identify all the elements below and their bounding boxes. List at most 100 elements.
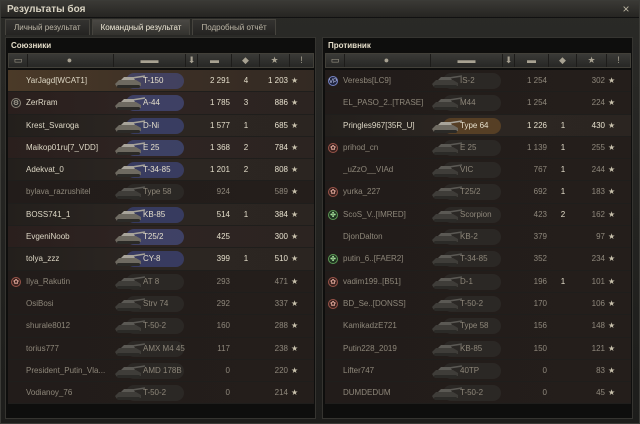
xp-star-icon: ★ (608, 343, 616, 353)
xp-star-icon[interactable]: ★ (259, 54, 289, 67)
player-row[interactable]: VP Veresbs[LC9] IS-2 1 254 302 ★ (325, 70, 631, 93)
player-row[interactable]: DUMDEDUM T-50-2 0 45 ★ (325, 382, 631, 405)
vehicle-name: T-50-2 (460, 298, 484, 308)
vehicle-name: D-1 (460, 276, 473, 286)
tank-silhouette-icon (115, 186, 146, 200)
xp-star-icon: ★ (608, 120, 616, 130)
player-icon[interactable]: ● (27, 54, 111, 67)
damage-value: 1 139 (526, 142, 547, 152)
player-row[interactable]: bylava_razrushitel Type 58 924 589 ★ (8, 181, 314, 204)
player-row[interactable]: Krest_Svaroga D-Ni 1 577 1 685 ★ (8, 114, 314, 137)
close-button[interactable]: × (619, 2, 633, 16)
player-row[interactable]: Maikop01ru[7_VDD] E 25 1 368 2 784 ★ (8, 136, 314, 160)
tank-icon[interactable]: ▬▬ (430, 54, 502, 67)
damage-value: 379 (533, 232, 547, 242)
player-row[interactable]: DjonDalton KB-2 379 97 ★ (325, 226, 631, 249)
xp-star-icon: ★ (291, 120, 299, 130)
tab-team-result[interactable]: Командный результат (91, 19, 191, 35)
xp-star-icon[interactable]: ★ (576, 54, 606, 67)
tank-silhouette-icon (115, 298, 146, 311)
player-row[interactable]: shurale8012 T-50-2 160 288 ★ (8, 315, 314, 338)
player-name: DjonDalton (343, 232, 383, 242)
damage-value: 0 (542, 388, 547, 398)
squad-icon: ▭ (13, 55, 23, 65)
player-row[interactable]: tolya_zzz CY-8 399 1 510 ★ (8, 248, 314, 271)
enemies-rows: VP Veresbs[LC9] IS-2 1 254 302 ★ EL_PASO_2..[T… (325, 70, 631, 405)
player-name: yurka_227 (343, 187, 381, 197)
damage-value: 292 (216, 298, 230, 308)
xp-value: 300 (274, 232, 288, 242)
player-row[interactable]: ✤ putin_6..[FAER2] T-34-85 352 234 ★ (325, 248, 631, 271)
enemies-panel: Противник ▭ ● ▬▬ ⬇ ▬ ◆ ★ ! VP Veresbs[LC9… (322, 37, 633, 419)
vehicle-cell: T25/2 (429, 182, 507, 202)
sort-arrow-icon[interactable]: ⬇ (502, 54, 514, 67)
player-name: ZerRram (26, 98, 58, 108)
player-row[interactable]: President_Putin_Vla... AMD 178B 0 220 ★ (8, 359, 314, 383)
xp-value: 337 (274, 298, 288, 308)
vehicle-cell: T-34-85 (429, 249, 507, 269)
player-row[interactable]: EvgeniNoob T25/2 425 300 ★ (8, 226, 314, 249)
squad-icon: ▭ (330, 55, 340, 65)
player-row[interactable]: ✿ yurka_227 T25/2 692 1 183 ★ (325, 181, 631, 204)
player-row[interactable]: Pringles967[35R_U] Type 64 1 226 1 430 ★ (325, 114, 631, 137)
vehicle-name: M44 (460, 98, 476, 108)
xp-value: 224 (591, 98, 605, 108)
vehicle-cell: T-50-2 (112, 316, 190, 336)
vehicle-name: Type 58 (460, 321, 489, 331)
player-row[interactable]: Adekvat_0 T-34-85 1 201 2 808 ★ (8, 159, 314, 182)
player-row[interactable]: ✿ Ilya_Rakutin AT 8 293 471 ★ (8, 270, 314, 293)
damage-value: 1 226 (526, 120, 547, 130)
damage-value: 1 201 (209, 165, 230, 175)
vehicle-name: Scorpion (460, 209, 492, 219)
damage-value: 160 (216, 321, 230, 331)
tank-silhouette-icon (115, 342, 146, 356)
damage-value: 692 (533, 187, 547, 197)
player-row[interactable]: BOSS741_1 KB-85 514 1 384 ★ (8, 203, 314, 227)
player-row[interactable]: ✿ prihod_cn E 25 1 139 1 255 ★ (325, 136, 631, 160)
tank-silhouette-icon (115, 231, 146, 245)
damage-value: 156 (533, 321, 547, 331)
player-row[interactable]: torius777 AMX M4 45 117 238 ★ (8, 337, 314, 360)
vehicle-name: E 25 (460, 142, 477, 152)
damage-icon[interactable]: ▬ (514, 54, 548, 67)
damage-value: 514 (216, 209, 230, 219)
kills-icon[interactable]: ◆ (231, 54, 259, 67)
info-icon[interactable]: ! (289, 54, 313, 67)
player-row[interactable]: YarJagd[WCAT1] T-150 2 291 4 1 203 ★ (8, 70, 314, 93)
player-row[interactable]: OsiBosi Strv 74 292 337 ★ (8, 292, 314, 316)
xp-value: 302 (591, 76, 605, 85)
player-row[interactable]: ✤ ScoS_V..[IMRED] Scorpion 423 2 162 ★ (325, 203, 631, 227)
sort-arrow-icon[interactable]: ⬇ (185, 54, 197, 67)
vehicle-cell: Type 58 (429, 316, 507, 336)
tab-personal-result[interactable]: Личный результат (5, 19, 90, 35)
tank-icon[interactable]: ▬▬ (113, 54, 185, 67)
player-row[interactable]: Lifter747 40TP 0 83 ★ (325, 359, 631, 383)
xp-star-icon: ★ (608, 165, 616, 175)
player-row[interactable]: ✿ vadim199..[B51] D-1 196 1 101 ★ (325, 270, 631, 293)
damage-icon[interactable]: ▬ (197, 54, 231, 67)
xp-value: 214 (274, 388, 288, 398)
player-icon[interactable]: ● (344, 54, 428, 67)
vehicle-name: IS-2 (460, 76, 475, 85)
damage-value: 293 (216, 276, 230, 286)
player-row[interactable]: _uZzO__VIAd VIC 767 1 244 ★ (325, 159, 631, 182)
tab-detailed-report[interactable]: Подробный отчёт (192, 19, 276, 35)
info-icon[interactable]: ! (606, 54, 630, 67)
leaf-badge-icon: ✤ (328, 209, 338, 220)
flower-badge-icon: ✿ (328, 142, 338, 153)
player-name: shurale8012 (26, 321, 71, 331)
player-row[interactable]: Putin228_2019 KB-85 150 121 ★ (325, 337, 631, 360)
tank-silhouette-icon (432, 342, 463, 356)
tank-silhouette-icon (432, 164, 463, 178)
vehicle-name: T25/2 (460, 187, 481, 197)
player-name: EvgeniNoob (26, 232, 70, 242)
tank-silhouette-icon (432, 365, 463, 378)
allies-table-header: ▭ ● ▬▬ ⬇ ▬ ◆ ★ ! (8, 53, 314, 68)
player-row[interactable]: KamikadzE721 Type 58 156 148 ★ (325, 315, 631, 338)
vehicle-name: D-Ni (143, 120, 159, 130)
player-row[interactable]: Vodianoy_76 T-50-2 0 214 ★ (8, 382, 314, 405)
player-row[interactable]: ⚙ ZerRram A-44 1 785 3 886 ★ (8, 92, 314, 115)
player-row[interactable]: ✿ BD_Se..[DONSS] T-50-2 170 106 ★ (325, 292, 631, 316)
player-row[interactable]: EL_PASO_2..[TRASE] M44 1 254 224 ★ (325, 92, 631, 115)
kills-icon[interactable]: ◆ (548, 54, 576, 67)
